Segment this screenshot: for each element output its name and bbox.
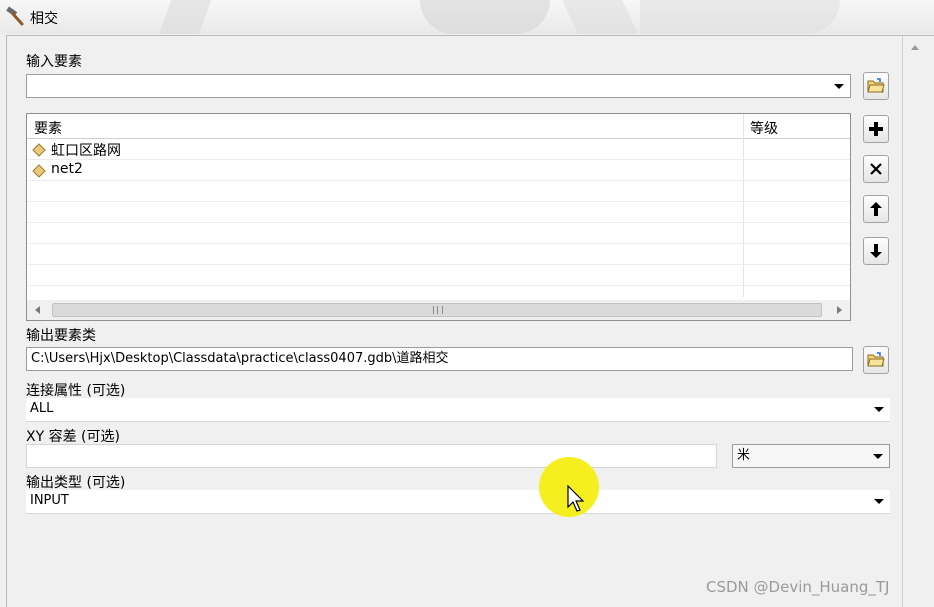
chevron-down-icon[interactable] xyxy=(874,499,884,504)
mouse-cursor-icon xyxy=(567,485,585,512)
list-item-empty xyxy=(27,181,850,202)
chevron-down-icon[interactable] xyxy=(873,454,883,459)
column-header-features[interactable]: 要素 xyxy=(34,118,62,138)
list-item-name: 虹口区路网 xyxy=(51,143,121,159)
xy-tolerance-unit-dropdown[interactable]: 米 xyxy=(732,444,890,468)
list-item[interactable]: 虹口区路网 xyxy=(27,139,850,160)
title-bar-decoration xyxy=(640,0,840,34)
feature-layer-icon xyxy=(32,143,46,157)
list-item[interactable]: net2 xyxy=(27,160,850,181)
move-up-button[interactable] xyxy=(863,195,889,223)
move-down-button[interactable] xyxy=(863,237,889,265)
horizontal-scrollbar[interactable] xyxy=(27,300,850,320)
feature-layer-icon xyxy=(32,164,46,178)
input-features-label: 输入要素 xyxy=(26,54,82,70)
add-feature-button[interactable] xyxy=(863,115,889,143)
input-features-combobox[interactable] xyxy=(26,74,851,98)
output-feature-class-input[interactable]: C:\Users\Hjx\Desktop\Classdata\practice\… xyxy=(26,347,853,371)
folder-open-icon xyxy=(867,352,885,367)
xy-tolerance-unit-value: 米 xyxy=(737,448,751,463)
output-feature-class-label: 输出要素类 xyxy=(26,328,96,344)
browse-input-button[interactable] xyxy=(863,72,889,100)
list-item-empty xyxy=(27,265,850,286)
output-type-value: INPUT xyxy=(30,493,69,508)
folder-open-icon xyxy=(867,78,885,93)
scroll-up-icon[interactable] xyxy=(911,45,919,50)
plus-icon xyxy=(869,122,883,136)
title-bar-decoration xyxy=(158,0,212,34)
list-item-empty xyxy=(27,223,850,244)
scrollbar-thumb[interactable] xyxy=(52,303,822,317)
column-header-rank[interactable]: 等级 xyxy=(750,118,778,138)
close-icon xyxy=(870,163,882,175)
window-title: 相交 xyxy=(30,11,58,27)
chevron-down-icon[interactable] xyxy=(874,407,884,412)
title-bar: 相交 xyxy=(0,0,934,34)
xy-tolerance-label: XY 容差 (可选) xyxy=(26,429,120,445)
join-attributes-value: ALL xyxy=(30,401,54,416)
scroll-right-icon[interactable] xyxy=(837,306,842,314)
title-bar-decoration xyxy=(562,0,638,34)
arrow-up-icon xyxy=(870,202,882,216)
xy-tolerance-input[interactable] xyxy=(26,444,717,468)
browse-output-button[interactable] xyxy=(863,346,889,374)
list-item-empty xyxy=(27,244,850,265)
watermark: CSDN @Devin_Huang_TJ xyxy=(706,578,890,596)
title-bar-decoration xyxy=(420,0,550,34)
join-attributes-dropdown[interactable]: ALL xyxy=(26,398,890,422)
remove-feature-button[interactable] xyxy=(863,155,889,183)
list-item-name: net2 xyxy=(51,161,83,177)
arrow-down-icon xyxy=(870,244,882,258)
scroll-left-icon[interactable] xyxy=(35,306,40,314)
grip-icon xyxy=(433,306,443,314)
chevron-down-icon[interactable] xyxy=(834,84,844,89)
output-type-dropdown[interactable]: INPUT xyxy=(26,490,890,514)
output-feature-class-value: C:\Users\Hjx\Desktop\Classdata\practice\… xyxy=(31,351,449,366)
join-attributes-label: 连接属性 (可选) xyxy=(26,383,126,399)
vertical-scrollbar[interactable] xyxy=(902,36,932,607)
output-type-label: 输出类型 (可选) xyxy=(26,475,126,491)
list-item-empty xyxy=(27,202,850,223)
list-header: 要素 等级 xyxy=(27,114,850,139)
hammer-icon xyxy=(6,6,24,26)
input-features-list[interactable]: 要素 等级 虹口区路网 net2 xyxy=(26,113,851,321)
